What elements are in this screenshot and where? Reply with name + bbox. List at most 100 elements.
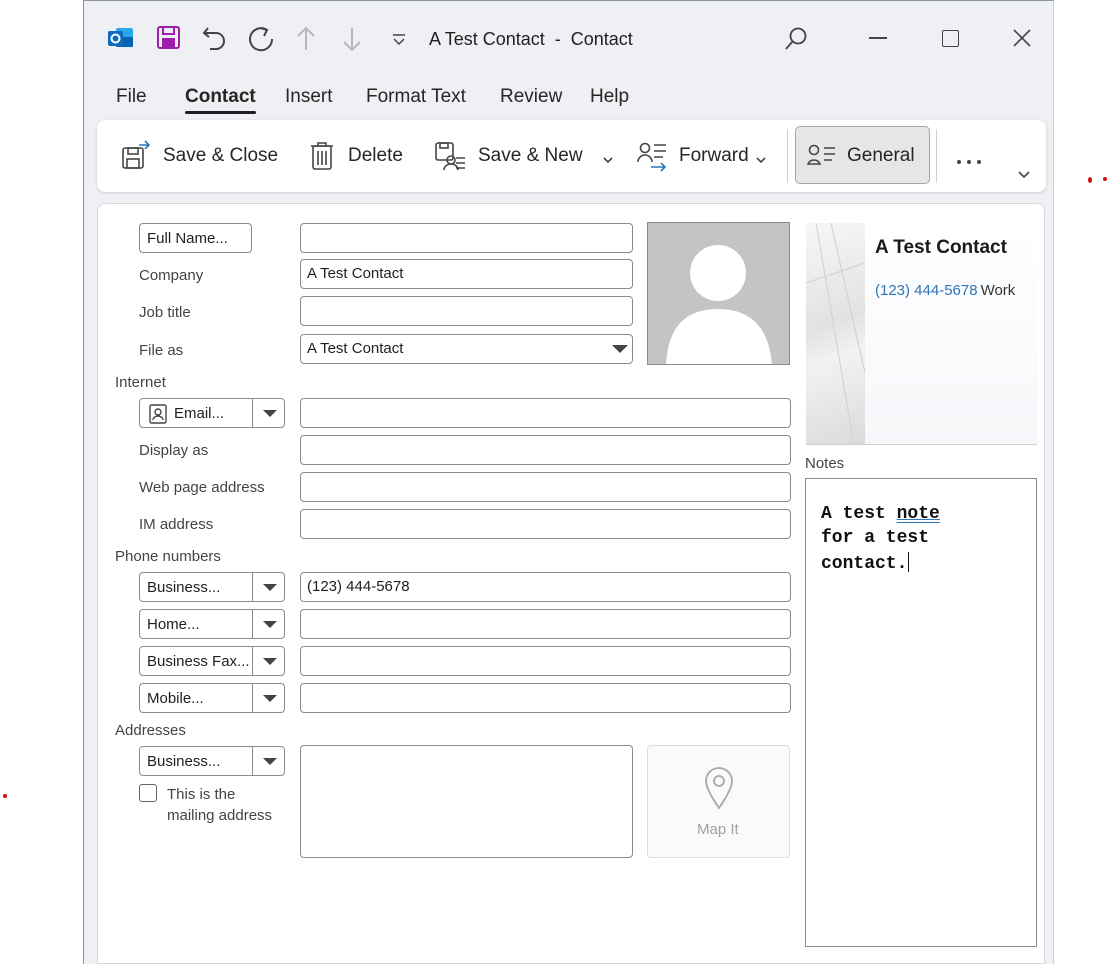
address-textarea[interactable] bbox=[300, 745, 633, 858]
map-pin-icon bbox=[703, 766, 735, 815]
save-new-dropdown-icon[interactable] bbox=[602, 151, 614, 169]
notes-line-3: contact. bbox=[821, 552, 910, 574]
phone-type-combo[interactable]: Mobile... bbox=[139, 683, 285, 713]
email-field[interactable] bbox=[300, 398, 791, 428]
im-address-label: IM address bbox=[139, 516, 214, 533]
maximize-icon[interactable] bbox=[942, 30, 959, 47]
chevron-down-icon[interactable] bbox=[263, 410, 277, 417]
card-name: A Test Contact bbox=[875, 237, 1007, 258]
redo-icon[interactable] bbox=[247, 24, 275, 57]
phone-type-label: Business Fax... bbox=[147, 653, 250, 670]
notes-textarea[interactable]: A test note for a test contact. bbox=[805, 478, 1037, 947]
window-title: A Test Contact - Contact bbox=[429, 29, 633, 49]
ribbon-separator bbox=[787, 129, 788, 183]
address-book-icon bbox=[149, 404, 167, 429]
phone-type-combo[interactable]: Business Fax... bbox=[139, 646, 285, 676]
combo-separator bbox=[252, 573, 253, 601]
phone-field[interactable]: (123) 444-5678 bbox=[300, 572, 791, 602]
file-as-select[interactable]: A Test Contact bbox=[300, 334, 633, 364]
previous-item-icon[interactable] bbox=[296, 26, 316, 57]
chevron-down-icon[interactable] bbox=[263, 584, 277, 591]
forward-label: Forward bbox=[679, 145, 749, 166]
delete-button[interactable]: Delete bbox=[308, 120, 403, 192]
save-new-label: Save & New bbox=[478, 145, 583, 166]
tab-review[interactable]: Review bbox=[500, 86, 562, 108]
phone-type-label: Home... bbox=[147, 616, 200, 633]
job-title-field[interactable] bbox=[300, 296, 633, 326]
company-label: Company bbox=[139, 267, 204, 284]
chevron-down-icon[interactable] bbox=[612, 345, 628, 353]
general-label: General bbox=[847, 145, 915, 166]
im-address-field[interactable] bbox=[300, 509, 791, 539]
forward-button[interactable]: Forward bbox=[637, 120, 749, 192]
full-name-button[interactable]: Full Name... bbox=[139, 223, 252, 253]
customize-toolbar-icon[interactable] bbox=[392, 33, 406, 51]
notes-text-underlined: note bbox=[896, 504, 940, 524]
save-new-button[interactable]: Save & New bbox=[434, 120, 583, 192]
job-title-label: Job title bbox=[139, 304, 191, 321]
web-page-label: Web page address bbox=[139, 479, 265, 496]
minimize-icon[interactable] bbox=[869, 37, 887, 39]
text-cursor bbox=[908, 552, 910, 572]
save-close-label: Save & Close bbox=[163, 145, 279, 166]
mailing-address-checkbox[interactable] bbox=[139, 784, 157, 802]
delete-label: Delete bbox=[348, 145, 403, 166]
next-item-icon[interactable] bbox=[342, 26, 362, 57]
tab-format-text[interactable]: Format Text bbox=[366, 86, 466, 108]
chevron-down-icon[interactable] bbox=[263, 695, 277, 702]
business-card[interactable]: A Test Contact (123) 444-5678 Work bbox=[806, 223, 1037, 445]
phone-type-label: Mobile... bbox=[147, 690, 204, 707]
chevron-down-icon[interactable] bbox=[263, 621, 277, 628]
more-options-icon[interactable] bbox=[956, 152, 984, 170]
search-icon[interactable] bbox=[784, 26, 808, 57]
save-icon[interactable] bbox=[156, 25, 182, 56]
notes-text-3: contact. bbox=[821, 554, 908, 574]
map-it-button[interactable]: Map It bbox=[647, 745, 790, 858]
email-combo[interactable]: Email... bbox=[139, 398, 285, 428]
tab-help[interactable]: Help bbox=[590, 86, 629, 108]
forward-dropdown-icon[interactable] bbox=[755, 151, 767, 169]
combo-separator bbox=[252, 684, 253, 712]
save-close-button[interactable]: Save & Close bbox=[121, 120, 278, 192]
ribbon-separator-2 bbox=[936, 129, 937, 183]
phone-field[interactable] bbox=[300, 646, 791, 676]
combo-separator bbox=[252, 610, 253, 638]
expand-ribbon-icon[interactable] bbox=[1017, 167, 1031, 185]
tab-contact[interactable]: Contact bbox=[185, 86, 256, 114]
tab-file[interactable]: File bbox=[116, 86, 147, 108]
mailing-address-label-line1: This is the bbox=[167, 786, 236, 803]
mailing-address-label-line2: mailing address bbox=[167, 807, 273, 824]
undo-icon[interactable] bbox=[202, 24, 228, 57]
save-new-icon bbox=[435, 142, 465, 171]
chevron-down-icon[interactable] bbox=[263, 658, 277, 665]
tab-insert[interactable]: Insert bbox=[285, 86, 333, 108]
address-type-combo[interactable]: Business... bbox=[139, 746, 285, 776]
file-as-value: A Test Contact bbox=[307, 340, 404, 357]
file-as-label: File as bbox=[139, 342, 184, 359]
phone-type-combo[interactable]: Home... bbox=[139, 609, 285, 639]
address-type-label: Business... bbox=[147, 753, 221, 770]
contact-photo[interactable] bbox=[647, 222, 790, 365]
notes-line-1: A test note bbox=[821, 504, 940, 524]
display-as-field[interactable] bbox=[300, 435, 791, 465]
notes-line-2: for a test bbox=[821, 528, 930, 548]
card-phone[interactable]: (123) 444-5678 bbox=[875, 282, 978, 299]
close-icon[interactable] bbox=[1012, 28, 1032, 53]
phone-field[interactable] bbox=[300, 683, 791, 713]
phone-section-label: Phone numbers bbox=[115, 548, 221, 565]
combo-separator bbox=[252, 647, 253, 675]
phone-field[interactable] bbox=[300, 609, 791, 639]
addresses-section-label: Addresses bbox=[115, 722, 186, 739]
annotation-dot bbox=[1103, 177, 1107, 181]
phone-type-combo[interactable]: Business... bbox=[139, 572, 285, 602]
map-it-label: Map It bbox=[697, 821, 739, 838]
notes-text-1: A test bbox=[821, 504, 897, 524]
company-field[interactable]: A Test Contact bbox=[300, 259, 633, 289]
outlook-icon bbox=[108, 26, 134, 55]
chevron-down-icon[interactable] bbox=[263, 758, 277, 765]
card-phone-type: Work bbox=[980, 282, 1016, 299]
full-name-field[interactable] bbox=[300, 223, 633, 253]
web-page-field[interactable] bbox=[300, 472, 791, 502]
trash-icon bbox=[311, 142, 333, 170]
general-button-content: General bbox=[807, 120, 915, 192]
